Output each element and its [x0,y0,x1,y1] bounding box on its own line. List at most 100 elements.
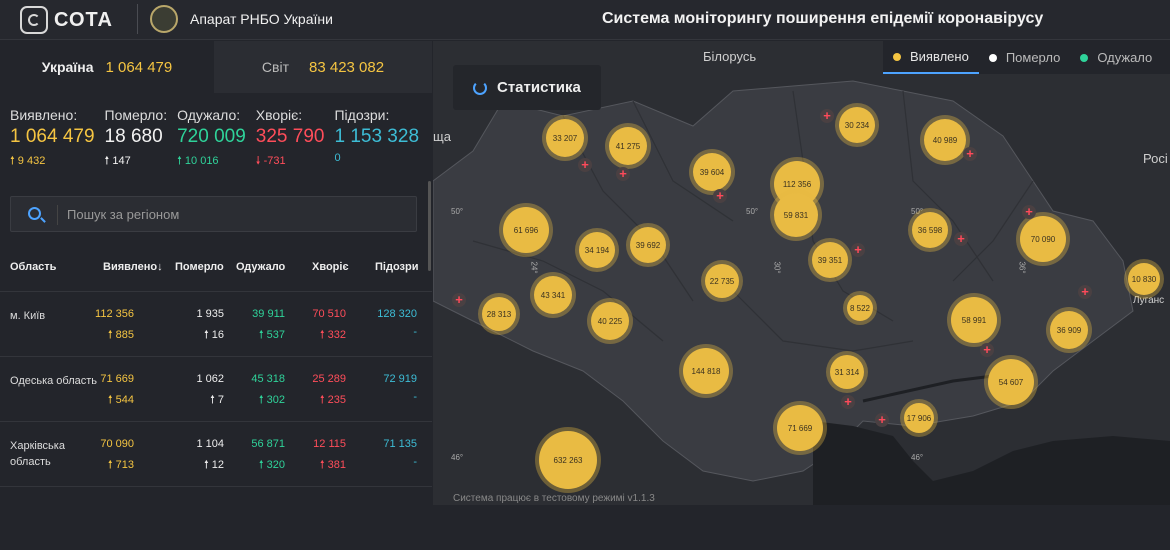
table-row[interactable]: м. Київ 112 356 🠕 885 1 935 🠕 16 39 911 … [0,291,432,355]
hospital-cross-icon[interactable]: + [578,158,592,172]
cluster-marker[interactable]: 30 234 [839,107,875,143]
tab-ukraine-value: 1 064 479 [105,58,173,76]
cluster-marker[interactable]: 39 351 [812,242,848,278]
hospital-cross-icon[interactable]: + [616,167,630,181]
cluster-marker[interactable]: 36 909 [1050,311,1088,349]
hospital-cross-icon[interactable]: + [851,243,865,257]
hospital-cross-icon[interactable]: + [1022,205,1036,219]
col-detected-label: Виявлено [103,261,158,273]
legend-deaths[interactable]: Померло [979,41,1071,74]
row-suspect-delta: - [413,391,417,403]
col-suspect[interactable]: Підозри [375,261,418,273]
tab-ukraine[interactable]: Україна 1 064 479 [0,41,214,93]
stat-label: Померло: [104,107,168,123]
row-suspect: 128 320 [377,308,417,320]
col-recovered[interactable]: Одужало [236,261,285,273]
hospital-cross-icon[interactable]: + [1078,285,1092,299]
tab-ukraine-label: Україна [41,59,94,75]
arrow-up-icon: 🠕 [10,155,15,167]
lat-label: 50° [451,207,464,216]
row-recovered: 39 911 [252,308,285,320]
legend-recovered[interactable]: Одужало [1070,41,1162,74]
hospital-cross-icon[interactable]: + [713,189,727,203]
cluster-marker[interactable]: 70 090 [1020,216,1066,262]
statistics-button[interactable]: Статистика [453,65,601,110]
cluster-marker[interactable]: 144 818 [683,348,729,394]
ukraine-map[interactable]: Статистика Виявлено Померло Одужало Біло… [433,41,1170,505]
cluster-marker[interactable]: 31 314 [830,355,864,389]
sota-logo[interactable]: СОТА [20,6,113,34]
cluster-marker[interactable]: 39 604 [693,153,731,191]
row-sick: 12 115 [313,438,346,450]
hospital-cross-icon[interactable]: + [841,395,855,409]
header-divider [137,4,138,34]
app-header: СОТА Апарат РНБО України Система монітор… [0,0,1170,40]
hospital-cross-icon[interactable]: + [980,343,994,357]
cluster-marker[interactable]: 34 194 [579,232,615,268]
hospital-cross-icon[interactable]: + [963,147,977,161]
cluster-marker[interactable]: 41 275 [609,127,647,165]
cluster-marker[interactable]: 22 735 [705,264,739,298]
arrow-down-icon: 🠗 [255,155,261,167]
stat-delta: 🠕 9 432 [10,152,95,171]
cluster-marker[interactable]: 36 598 [912,212,948,248]
cluster-marker[interactable]: 10 830 [1128,263,1160,295]
table-row[interactable] [0,486,432,550]
summary-stats: Виявлено: 1 064 479 🠕 9 432 Померло: 18 … [10,107,429,171]
cluster-marker[interactable]: 632 263 [539,431,597,489]
hospital-cross-icon[interactable]: + [875,413,889,427]
region-search[interactable]: Пошук за регіоном [10,196,417,232]
stat-deaths: Померло: 18 680 🠕 147 [105,107,168,171]
search-icon[interactable] [28,207,41,220]
cluster-marker[interactable]: 33 207 [546,119,584,157]
hospital-cross-icon[interactable]: + [820,109,834,123]
row-suspect: 71 135 [383,438,417,450]
stat-delta-value: 9 432 [17,155,46,167]
row-sick: 25 289 [312,373,346,385]
col-sick[interactable]: Хворіє [312,261,349,273]
org-name[interactable]: Апарат РНБО України [190,11,333,27]
col-deaths[interactable]: Померло [175,261,224,273]
cluster-marker[interactable]: 71 669 [777,405,823,451]
col-region[interactable]: Область [10,261,56,273]
row-recovered-delta: 🠕 302 [258,394,285,406]
stat-value: 1 064 479 [10,126,95,147]
cluster-marker[interactable]: 43 341 [534,276,572,314]
row-sick-delta: 🠕 235 [319,394,346,406]
table-row[interactable]: Харківська область 70 090 🠕 713 1 104 🠕 … [0,421,432,485]
cluster-marker[interactable]: 58 991 [951,297,997,343]
map-legend: Виявлено Померло Одужало [883,41,1170,74]
pie-chart-icon [473,80,487,95]
row-deaths-delta: 🠕 7 [210,394,224,406]
row-region: Одеська область [10,375,98,387]
stat-recovered: Одужало: 720 009 🠕 10 016 [177,107,246,171]
stat-delta-value: 147 [112,155,131,167]
row-region: м. Київ [10,310,46,322]
cluster-marker[interactable]: 39 692 [630,227,666,263]
legend-label: Одужало [1097,50,1153,65]
row-suspect: 72 919 [383,373,417,385]
cluster-marker[interactable]: 28 313 [482,297,516,331]
statistics-label: Статистика [497,79,581,96]
row-deaths: 1 935 [196,308,224,320]
tab-world[interactable]: Світ 83 423 082 [214,41,432,93]
lon-label: 30° [772,261,782,274]
stat-value: 1 153 328 [334,126,420,147]
row-deaths: 1 062 [196,373,224,385]
col-detected[interactable]: Виявлено↓ [103,261,163,273]
legend-detected[interactable]: Виявлено [883,41,979,74]
cluster-marker[interactable]: 40 225 [591,302,629,340]
stat-detected: Виявлено: 1 064 479 🠕 9 432 [10,107,95,171]
hospital-cross-icon[interactable]: + [452,293,466,307]
search-input[interactable]: Пошук за регіоном [67,207,179,222]
cluster-marker[interactable]: 54 607 [988,359,1034,405]
hospital-cross-icon[interactable]: + [954,232,968,246]
stat-delta-value: 10 016 [184,155,219,167]
table-row[interactable]: Одеська область 71 669 🠕 544 1 062 🠕 7 4… [0,356,432,420]
cluster-marker[interactable]: 17 906 [904,403,934,433]
cluster-marker[interactable]: 8 522 [847,295,873,321]
cluster-marker[interactable]: 40 989 [924,119,966,161]
cluster-marker[interactable]: 59 831 [774,193,818,237]
left-panel: Україна 1 064 479 Світ 83 423 082 Виявле… [0,41,432,505]
cluster-marker[interactable]: 61 696 [503,207,549,253]
